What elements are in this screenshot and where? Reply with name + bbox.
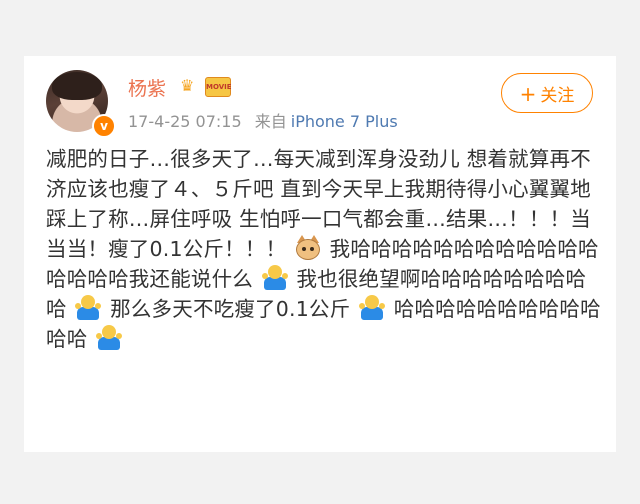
shrug-icon <box>75 295 102 321</box>
post-meta: 17-4-25 07:15 来自 iPhone 7 Plus <box>128 108 398 132</box>
shrug-icon <box>359 295 386 321</box>
post-text-segment: 那么多天不吃瘦了0.1公斤 <box>110 297 351 321</box>
plus-icon: + <box>519 82 537 106</box>
post-timestamp: 17-4-25 07:15 <box>128 112 242 131</box>
username[interactable]: 杨紫 <box>128 74 166 101</box>
weibo-post-card: v 杨紫 ♛ MOVIE 17-4-25 07:15 来自 iPhone 7 Pl… <box>24 56 616 452</box>
verified-badge-icon: v <box>92 114 116 138</box>
source-prefix: 来自 <box>254 112 287 131</box>
shrug-icon <box>261 265 288 291</box>
crown-icon: ♛ <box>180 76 195 95</box>
shrug-icon <box>96 325 123 351</box>
movie-badge-icon: MOVIE <box>205 77 232 97</box>
cat-face-icon <box>295 235 321 261</box>
post-text: 减肥的日子…很多天了…每天减到浑身没劲儿 想着就算再不济应该也瘦了４、５斤吧 直… <box>46 144 606 354</box>
source-device-link[interactable]: iPhone 7 Plus <box>291 112 398 131</box>
avatar-hair <box>52 72 102 100</box>
follow-button[interactable]: + 关注 <box>501 73 593 113</box>
follow-button-label: 关注 <box>540 86 575 106</box>
